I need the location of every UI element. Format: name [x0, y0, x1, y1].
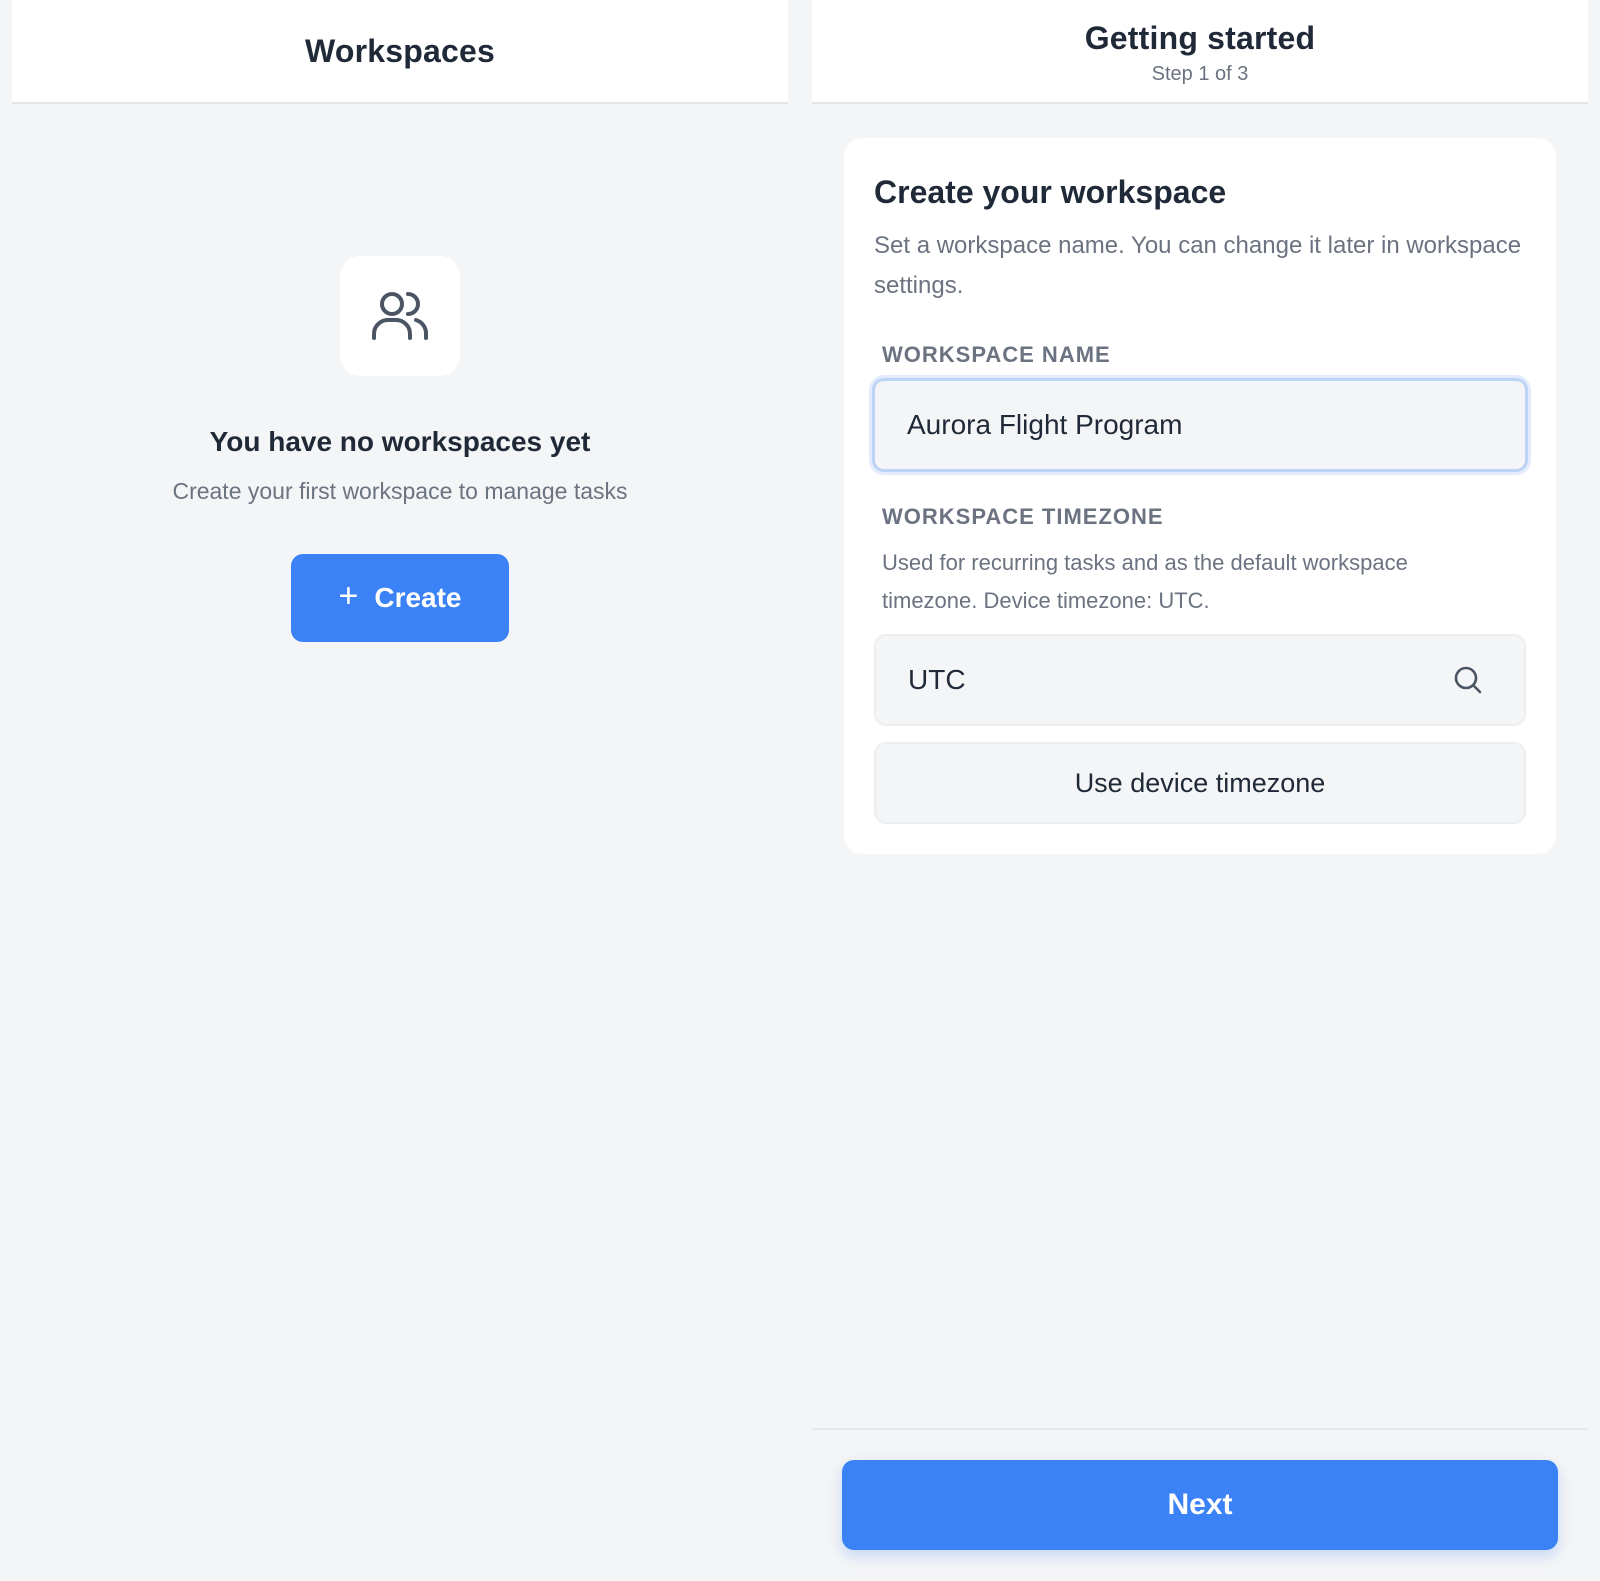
- getting-started-header: Getting started Step 1 of 3: [812, 0, 1588, 104]
- step-indicator: Step 1 of 3: [1151, 63, 1249, 85]
- timezone-help-text: Used for recurring tasks and as the defa…: [882, 550, 1408, 613]
- workspaces-screen: Workspaces You have no workspaces yet Cr…: [12, 0, 788, 1581]
- search-icon[interactable]: [1452, 664, 1484, 696]
- card-description: Set a workspace name. You can change it …: [874, 232, 1522, 299]
- create-workspace-button[interactable]: + Create: [291, 554, 509, 642]
- workspace-name-label: WORKSPACE NAME: [882, 342, 1111, 367]
- workspace-name-input[interactable]: [872, 378, 1528, 472]
- empty-state-icon-container: [340, 256, 460, 376]
- footer-divider: [812, 1428, 1588, 1430]
- timezone-search-input[interactable]: [874, 634, 1526, 726]
- users-icon: [372, 292, 428, 340]
- use-device-timezone-button[interactable]: Use device timezone: [874, 742, 1526, 824]
- page-title: Workspaces: [305, 32, 495, 69]
- card-title: Create your workspace: [874, 174, 1227, 210]
- plus-icon: +: [338, 577, 359, 615]
- next-button[interactable]: Next: [842, 1460, 1558, 1550]
- create-workspace-card: Create your workspace Set a workspace na…: [844, 138, 1556, 854]
- empty-state-title: You have no workspaces yet: [209, 426, 591, 457]
- page-title: Getting started: [1084, 20, 1316, 56]
- empty-state-subtitle: Create your first workspace to manage ta…: [172, 478, 628, 504]
- workspaces-header: Workspaces: [12, 0, 788, 104]
- workspace-timezone-label: WORKSPACE TIMEZONE: [882, 504, 1164, 529]
- getting-started-screen: Getting started Step 1 of 3 Create your …: [812, 0, 1588, 1581]
- create-button-label: Create: [374, 582, 462, 613]
